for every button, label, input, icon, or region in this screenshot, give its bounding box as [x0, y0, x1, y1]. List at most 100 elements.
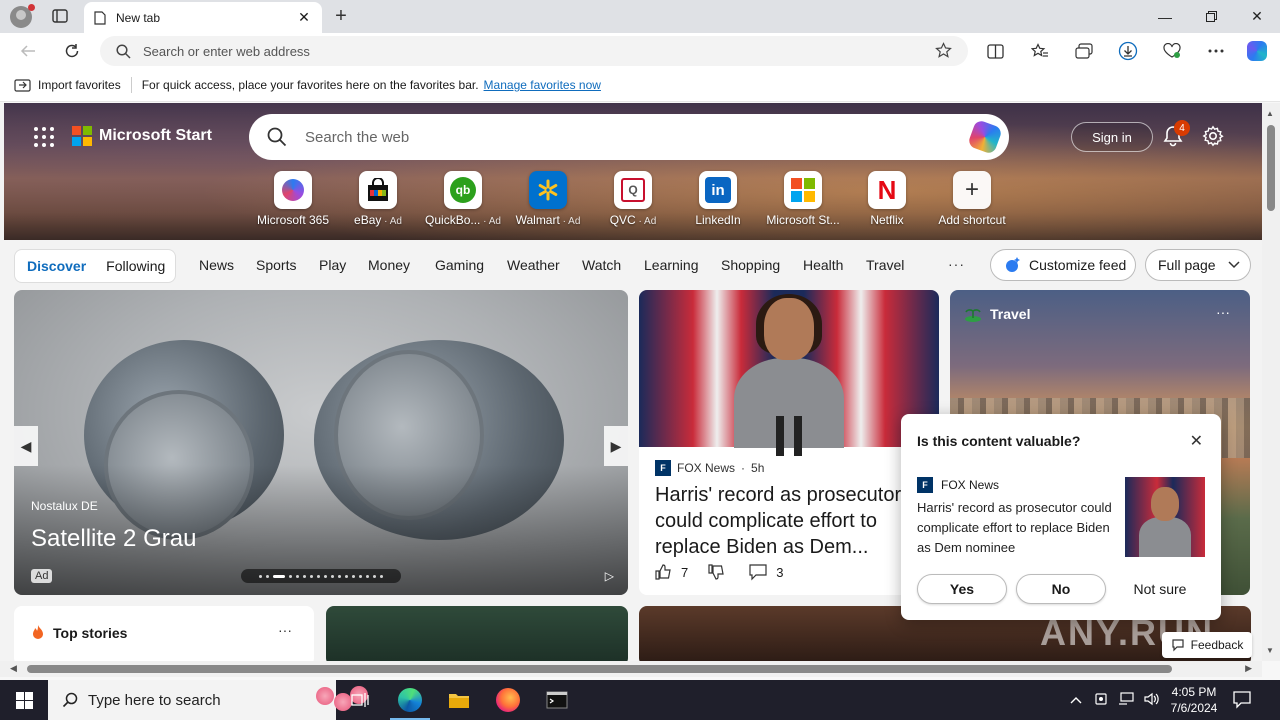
tab-actions-icon[interactable]: [50, 7, 70, 25]
no-button[interactable]: No: [1016, 574, 1106, 604]
app-launcher-icon[interactable]: [34, 127, 54, 147]
task-view-icon[interactable]: [336, 680, 384, 720]
copilot-icon[interactable]: [967, 119, 1003, 155]
browser-essentials-icon[interactable]: [1161, 40, 1183, 62]
scroll-right-icon[interactable]: ▶: [1245, 663, 1252, 674]
shortcut-qvc[interactable]: Q QVC · Ad: [590, 171, 676, 227]
favorite-star-icon[interactable]: [935, 42, 952, 62]
taskbar-search-input[interactable]: [88, 691, 248, 709]
start-button[interactable]: [0, 680, 48, 720]
collections-icon[interactable]: [1073, 40, 1095, 62]
ad-carousel-card[interactable]: ◀ ▶ Nostalux DE Satellite 2 Grau Ad ▷: [14, 290, 628, 595]
tab-new-tab[interactable]: New tab ✕: [84, 2, 322, 33]
more-menu-icon[interactable]: [1205, 40, 1227, 62]
feedback-button[interactable]: Feedback: [1162, 632, 1252, 658]
carousel-next-button[interactable]: ▶: [604, 426, 628, 466]
nav-money[interactable]: Money: [368, 257, 410, 273]
scroll-left-icon[interactable]: ◀: [10, 663, 17, 674]
not-sure-button[interactable]: Not sure: [1115, 574, 1205, 604]
minimize-button[interactable]: —: [1142, 0, 1188, 33]
nav-health[interactable]: Health: [803, 257, 843, 273]
downloads-icon[interactable]: [1117, 40, 1139, 62]
scroll-up-icon[interactable]: ▲: [1266, 109, 1274, 118]
sign-in-button[interactable]: Sign in: [1071, 122, 1153, 152]
adchoices-icon[interactable]: ▷: [605, 569, 614, 583]
nav-weather[interactable]: Weather: [507, 257, 560, 273]
web-search-box[interactable]: [249, 114, 1009, 160]
volume-icon[interactable]: [1144, 692, 1160, 709]
nav-watch[interactable]: Watch: [582, 257, 621, 273]
shortcut-ebay[interactable]: eBay · Ad: [335, 171, 421, 227]
microsoft-start-logo[interactable]: Microsoft Start: [72, 126, 212, 146]
nav-sports[interactable]: Sports: [256, 257, 296, 273]
thumbs-down-icon[interactable]: [708, 563, 726, 581]
file-explorer-icon[interactable]: [435, 680, 483, 720]
close-window-button[interactable]: ✕: [1234, 0, 1280, 33]
comment-icon[interactable]: [748, 563, 768, 581]
settings-gear-icon[interactable]: [1202, 125, 1224, 150]
vertical-scrollbar[interactable]: ▲ ▼: [1262, 103, 1280, 661]
nav-play[interactable]: Play: [319, 257, 346, 273]
scroll-thumb[interactable]: [27, 665, 1172, 673]
tab-discover[interactable]: Discover: [27, 258, 86, 274]
carousel-prev-button[interactable]: ◀: [14, 426, 38, 466]
customize-feed-button[interactable]: Customize feed: [990, 249, 1136, 281]
edge-taskbar-icon[interactable]: [386, 680, 434, 720]
nav-more-icon[interactable]: ···: [948, 256, 965, 272]
new-tab-button[interactable]: +: [330, 6, 352, 28]
nav-learning[interactable]: Learning: [644, 257, 699, 273]
scroll-thumb[interactable]: [1267, 125, 1275, 211]
shortcut-microsoft-365[interactable]: Microsoft 365: [250, 171, 336, 227]
taskbar-search[interactable]: [48, 680, 368, 720]
carousel-indicator[interactable]: [241, 569, 401, 583]
horizontal-scrollbar[interactable]: ◀ ▶: [0, 661, 1262, 677]
ad-title[interactable]: Satellite 2 Grau: [31, 525, 196, 553]
taskbar-clock[interactable]: 4:05 PM 7/6/2024: [1164, 684, 1224, 716]
nav-news[interactable]: News: [199, 257, 234, 273]
browser-toolbar: [0, 33, 1280, 69]
firefox-icon[interactable]: [484, 680, 532, 720]
manage-favorites-link[interactable]: Manage favorites now: [484, 78, 601, 92]
yes-button[interactable]: Yes: [917, 574, 1007, 604]
close-icon[interactable]: ✕: [1190, 431, 1203, 451]
favorites-icon[interactable]: [1029, 40, 1051, 62]
news-headline[interactable]: Harris' record as prosecutor could compl…: [655, 482, 925, 560]
shortcut-label: eBay: [354, 213, 382, 227]
news-card[interactable]: F FOX News · 5h Harris' record as prosec…: [639, 290, 939, 595]
shortcut-microsoft-store[interactable]: Microsoft St...: [760, 171, 846, 227]
shortcut-add[interactable]: + Add shortcut: [929, 171, 1015, 227]
restore-button[interactable]: [1188, 0, 1234, 33]
address-bar[interactable]: [100, 36, 968, 66]
notification-center-icon[interactable]: [1232, 689, 1254, 711]
shortcut-netflix[interactable]: N Netflix: [844, 171, 930, 227]
nav-travel[interactable]: Travel: [866, 257, 904, 273]
thumbs-up-icon[interactable]: [655, 563, 673, 581]
tray-overflow-icon[interactable]: [1070, 693, 1082, 707]
split-screen-icon[interactable]: [984, 40, 1006, 62]
shortcut-walmart[interactable]: Walmart · Ad: [505, 171, 591, 227]
network-icon[interactable]: [1118, 691, 1134, 709]
sports-story-card[interactable]: [326, 606, 628, 661]
terminal-icon[interactable]: [533, 680, 581, 720]
scroll-down-icon[interactable]: ▼: [1266, 646, 1274, 655]
tab-following[interactable]: Following: [106, 258, 165, 274]
top-stories-more-icon[interactable]: ···: [278, 622, 292, 638]
nav-gaming[interactable]: Gaming: [435, 257, 484, 273]
web-search-input[interactable]: [305, 128, 945, 146]
back-icon[interactable]: [17, 40, 39, 62]
news-photo: [639, 290, 939, 456]
refresh-icon[interactable]: [61, 40, 83, 62]
device-icon[interactable]: [1094, 692, 1108, 709]
shortcut-ad-tag: · Ad: [480, 216, 501, 227]
shortcut-quickbooks[interactable]: qb QuickBo... · Ad: [420, 171, 506, 227]
layout-select[interactable]: Full page: [1145, 249, 1251, 281]
top-stories-card[interactable]: Top stories ···: [14, 606, 314, 661]
travel-more-icon[interactable]: ···: [1216, 304, 1230, 320]
tab-close-icon[interactable]: ✕: [296, 9, 312, 26]
news-age: 5h: [751, 461, 765, 475]
copilot-icon[interactable]: [1246, 40, 1268, 62]
address-input[interactable]: [143, 43, 903, 59]
import-favorites-button[interactable]: Import favorites: [14, 78, 121, 93]
shortcut-linkedin[interactable]: in LinkedIn: [675, 171, 761, 227]
nav-shopping[interactable]: Shopping: [721, 257, 780, 273]
